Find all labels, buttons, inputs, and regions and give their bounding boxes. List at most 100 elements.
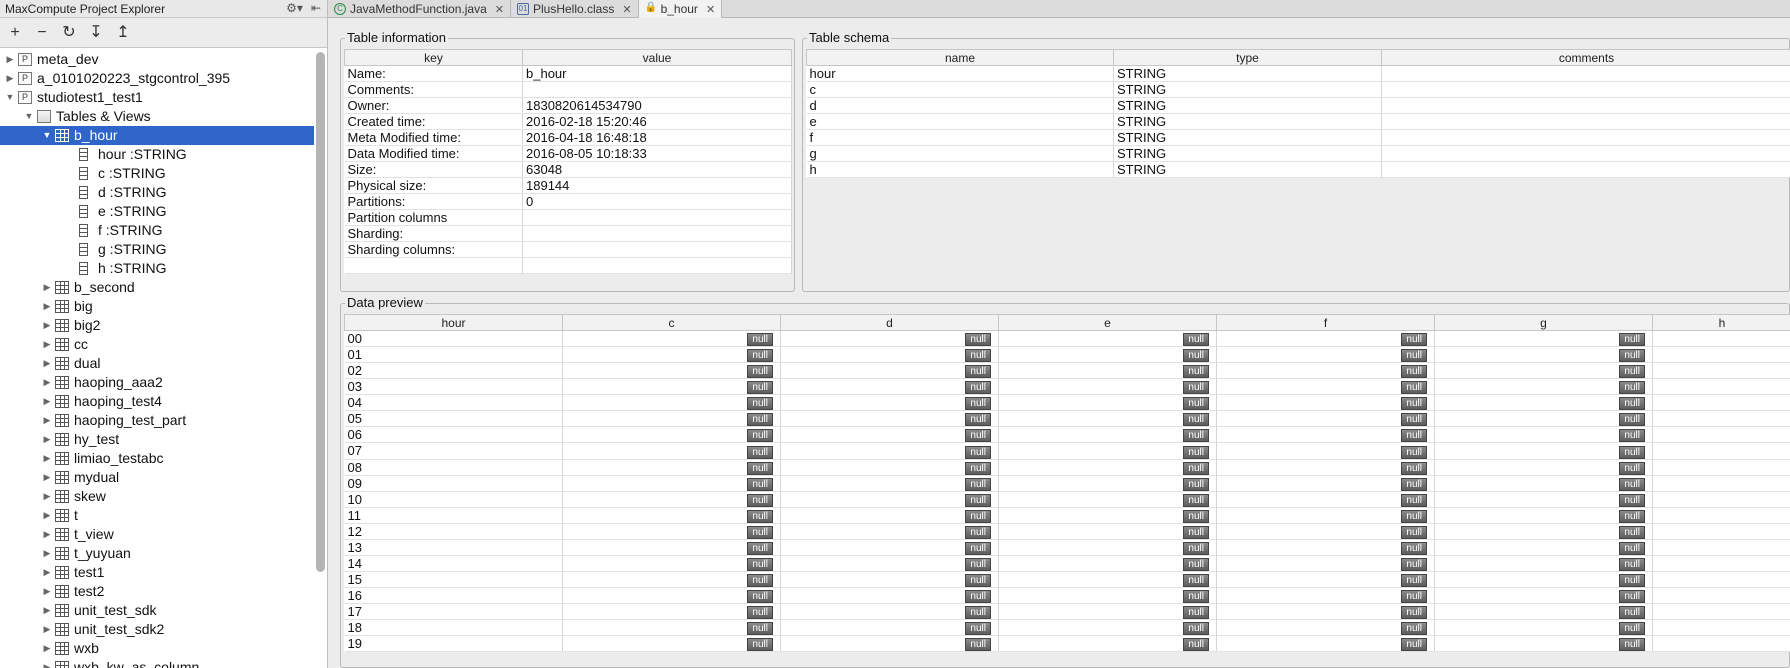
hide-panel-icon[interactable]: ⇤ — [311, 1, 321, 15]
tree-table[interactable]: ▶ cc — [0, 335, 314, 354]
tree-column[interactable]: e :STRING — [0, 202, 314, 221]
collapsed-arrow-icon[interactable]: ▶ — [4, 50, 16, 69]
tree-column[interactable]: f :STRING — [0, 221, 314, 240]
table-row[interactable]: 13 null null null null null — [344, 539, 1790, 556]
collapsed-arrow-icon[interactable]: ▶ — [41, 430, 53, 449]
table-row[interactable]: Meta Modified time: 2016-04-18 16:48:18 — [344, 129, 792, 146]
tree-table-b-hour[interactable]: ▼ b_hour — [0, 126, 314, 145]
table-row[interactable]: d STRING — [806, 97, 1790, 114]
collapsed-arrow-icon[interactable]: ▶ — [41, 658, 53, 668]
tree-table[interactable]: ▶ haoping_aaa2 — [0, 373, 314, 392]
tree-project-studiotest1[interactable]: ▼ Pstudiotest1_test1 — [0, 88, 314, 107]
table-row[interactable]: 14 null null null null null — [344, 555, 1790, 572]
tree-table[interactable]: ▶ test2 — [0, 582, 314, 601]
table-row[interactable]: h STRING — [806, 161, 1790, 178]
tree-project-meta-dev[interactable]: ▶ Pmeta_dev — [0, 50, 314, 69]
column-header[interactable]: comments — [1381, 49, 1790, 66]
collapsed-arrow-icon[interactable]: ▶ — [41, 373, 53, 392]
collapsed-arrow-icon[interactable]: ▶ — [41, 278, 53, 297]
column-header[interactable]: g — [1434, 314, 1653, 331]
table-row[interactable]: 07 null null null null null — [344, 442, 1790, 460]
collapsed-arrow-icon[interactable]: ▶ — [41, 392, 53, 411]
tree-table[interactable]: ▶ skew — [0, 487, 314, 506]
table-row[interactable]: 11 null null null null null — [344, 507, 1790, 524]
collapsed-arrow-icon[interactable]: ▶ — [41, 487, 53, 506]
tree-column[interactable]: c :STRING — [0, 164, 314, 183]
tree-project-a-0101020223[interactable]: ▶ Pa_0101020223_stgcontrol_395 — [0, 69, 314, 88]
expand-all-icon[interactable]: ↧ — [87, 24, 105, 42]
tree-tables-and-views[interactable]: ▼ Tables & Views — [0, 107, 314, 126]
column-header[interactable]: hour — [344, 314, 563, 331]
column-header[interactable]: name — [806, 49, 1114, 66]
table-row[interactable]: Created time: 2016-02-18 15:20:46 — [344, 113, 792, 130]
collapsed-arrow-icon[interactable]: ▶ — [41, 563, 53, 582]
editor-tab[interactable]: 🔒 b_hour ✕ — [638, 0, 723, 18]
table-row[interactable]: 16 null null null null null — [344, 587, 1790, 605]
close-icon[interactable]: ✕ — [706, 3, 715, 16]
table-row[interactable]: f STRING — [806, 129, 1790, 146]
table-row[interactable]: 12 null null null null null — [344, 523, 1790, 540]
table-row[interactable]: Sharding: — [344, 225, 792, 242]
table-row[interactable]: 08 null null null null null — [344, 459, 1790, 476]
tree-column[interactable]: hour :STRING — [0, 145, 314, 164]
table-row[interactable]: 03 null null null null null — [344, 378, 1790, 396]
expanded-arrow-icon[interactable]: ▼ — [4, 88, 16, 107]
tree-table[interactable]: ▶ limiao_testabc — [0, 449, 314, 468]
table-row[interactable]: 17 null null null null null — [344, 603, 1790, 621]
column-header[interactable]: type — [1113, 49, 1382, 66]
collapsed-arrow-icon[interactable]: ▶ — [41, 639, 53, 658]
table-row[interactable]: 09 null null null null null — [344, 475, 1790, 492]
table-row[interactable]: Partition columns — [344, 209, 792, 226]
collapsed-arrow-icon[interactable]: ▶ — [41, 316, 53, 335]
table-row[interactable]: 05 null null null null null — [344, 410, 1790, 428]
collapsed-arrow-icon[interactable]: ▶ — [41, 620, 53, 639]
add-icon[interactable]: + — [6, 24, 24, 42]
refresh-icon[interactable]: ↻ — [60, 24, 78, 42]
table-row[interactable]: 19 null null null null null — [344, 635, 1790, 653]
expanded-arrow-icon[interactable]: ▼ — [23, 107, 35, 126]
tree-table[interactable]: ▶ big2 — [0, 316, 314, 335]
tree-table[interactable]: ▶ test1 — [0, 563, 314, 582]
column-header[interactable]: c — [562, 314, 781, 331]
close-icon[interactable]: ✕ — [495, 3, 504, 16]
column-header[interactable]: key — [344, 49, 523, 66]
collapsed-arrow-icon[interactable]: ▶ — [41, 468, 53, 487]
collapsed-arrow-icon[interactable]: ▶ — [41, 601, 53, 620]
column-header[interactable]: f — [1216, 314, 1435, 331]
table-row[interactable]: Owner: 1830820614534790 — [344, 97, 792, 114]
tree-table[interactable]: ▶ t_view — [0, 525, 314, 544]
tree-table[interactable]: ▶ haoping_test4 — [0, 392, 314, 411]
tree-table[interactable]: ▶ dual — [0, 354, 314, 373]
tree-table[interactable]: ▶ wxb_kw_as_column — [0, 658, 314, 668]
tree-column[interactable]: h :STRING — [0, 259, 314, 278]
remove-icon[interactable]: − — [33, 24, 51, 42]
table-row[interactable]: 15 null null null null null — [344, 571, 1790, 589]
table-row[interactable]: Comments: — [344, 81, 792, 98]
table-row[interactable]: Physical size: 189144 — [344, 177, 792, 194]
table-row[interactable]: 00 null null null null null — [344, 330, 1790, 348]
tree-table[interactable]: ▶ haoping_test_part — [0, 411, 314, 430]
tree-column[interactable]: d :STRING — [0, 183, 314, 202]
collapsed-arrow-icon[interactable]: ▶ — [41, 335, 53, 354]
column-header[interactable]: d — [780, 314, 999, 331]
tree-table[interactable]: ▶ unit_test_sdk — [0, 601, 314, 620]
collapsed-arrow-icon[interactable]: ▶ — [41, 582, 53, 601]
tree-table[interactable]: ▶ t_yuyuan — [0, 544, 314, 563]
table-row[interactable]: 01 null null null null null — [344, 346, 1790, 364]
editor-tab[interactable]: C JavaMethodFunction.java ✕ — [328, 0, 511, 18]
column-header[interactable]: h — [1652, 314, 1790, 331]
table-row[interactable]: 10 null null null null null — [344, 491, 1790, 508]
table-row[interactable]: Partitions: 0 — [344, 193, 792, 210]
tree-table[interactable]: ▶ t — [0, 506, 314, 525]
table-row[interactable]: hour STRING — [806, 65, 1790, 82]
table-row[interactable]: c STRING — [806, 81, 1790, 98]
tree-table[interactable]: ▶ wxb — [0, 639, 314, 658]
table-row[interactable]: Name: b_hour — [344, 65, 792, 82]
collapsed-arrow-icon[interactable]: ▶ — [41, 297, 53, 316]
collapsed-arrow-icon[interactable]: ▶ — [41, 544, 53, 563]
collapsed-arrow-icon[interactable]: ▶ — [41, 449, 53, 468]
table-row[interactable]: e STRING — [806, 113, 1790, 130]
table-row[interactable]: 02 null null null null null — [344, 362, 1790, 380]
table-row[interactable]: Size: 63048 — [344, 161, 792, 178]
collapsed-arrow-icon[interactable]: ▶ — [41, 525, 53, 544]
